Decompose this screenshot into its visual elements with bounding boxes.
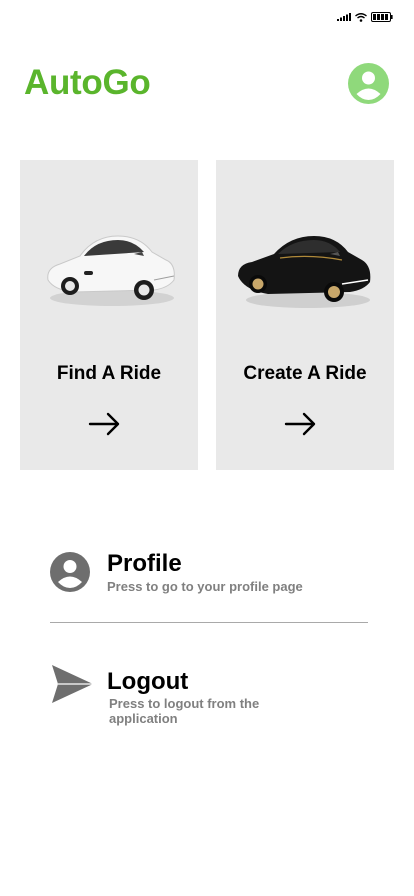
profile-menu-item[interactable]: Profile Press to go to your profile page [50,548,368,598]
black-car-image [238,236,371,308]
create-ride-card[interactable]: Create A Ride [216,160,394,470]
arrow-right-icon [88,412,120,436]
find-ride-card[interactable]: Find A Ride [20,160,198,470]
create-ride-label: Create A Ride [243,363,367,384]
avatar-button[interactable] [348,63,389,104]
profile-icon [50,552,90,592]
send-icon [52,665,93,703]
status-bar [0,0,414,36]
user-avatar-icon [348,63,389,104]
battery-icon [371,12,393,22]
arrow-right-icon [284,412,316,436]
find-ride-label: Find A Ride [56,363,162,384]
wifi-icon [355,12,367,22]
status-icons [337,12,393,22]
app-title: AutoGo [24,63,151,102]
profile-description: Press to go to your profile page [107,579,303,594]
signal-icon [337,13,351,21]
menu-divider [50,622,368,623]
profile-title: Profile [107,550,182,577]
logout-menu-item[interactable]: Logout Press to logout from the applicat… [50,660,368,730]
white-car-image [47,235,175,306]
logout-title: Logout [107,668,189,695]
logout-description: Press to logout from the application [109,696,260,726]
